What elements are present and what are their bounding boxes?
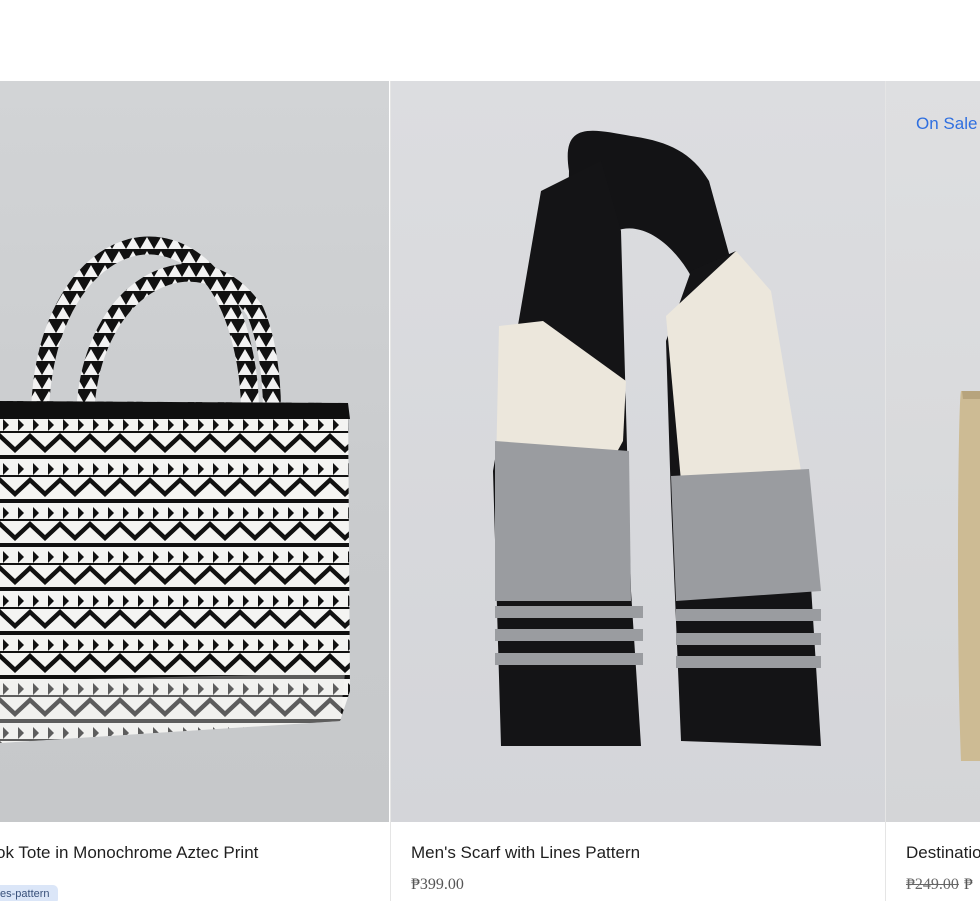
product-title[interactable]: Men's Scarf with Lines Pattern bbox=[411, 843, 640, 863]
product-card-scarf[interactable]: Men's Scarf with Lines Pattern ₱399.00 bbox=[390, 81, 885, 901]
product-price: ₱249.00 ₱ bbox=[906, 876, 973, 894]
on-sale-badge: On Sale bbox=[916, 114, 978, 133]
tote-bag-image[interactable] bbox=[0, 81, 389, 822]
product-title[interactable]: ok Tote in Monochrome Aztec Print bbox=[0, 843, 258, 863]
scarf-image[interactable] bbox=[391, 81, 885, 822]
new-price: ₱ bbox=[963, 876, 973, 893]
product-card-tote[interactable]: ok Tote in Monochrome Aztec Print es-pat… bbox=[0, 81, 389, 901]
product-price: ₱399.00 bbox=[411, 876, 464, 893]
product-card-jute[interactable]: On Sale Destinatio ₱249.00 ₱ bbox=[885, 81, 980, 901]
product-title[interactable]: Destinatio bbox=[906, 843, 980, 863]
old-price: ₱249.00 bbox=[906, 876, 959, 893]
product-carousel: ok Tote in Monochrome Aztec Print es-pat… bbox=[0, 81, 980, 901]
product-tag[interactable]: es-pattern bbox=[0, 885, 58, 901]
jute-bag-image[interactable] bbox=[886, 81, 980, 822]
